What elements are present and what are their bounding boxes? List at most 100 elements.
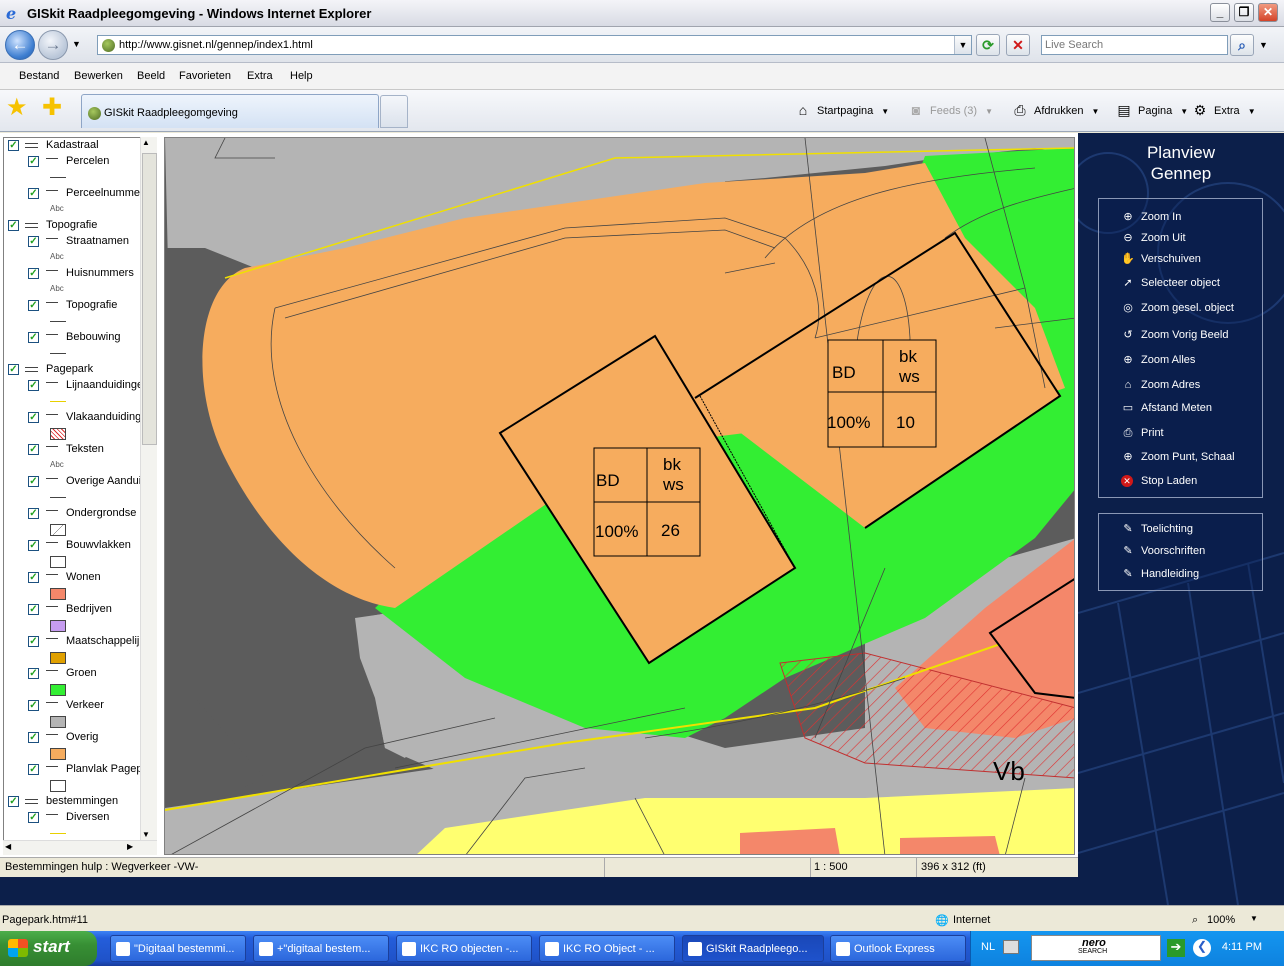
menu-bestand[interactable]: Bestand bbox=[19, 70, 59, 82]
address-dropdown-icon[interactable]: ▼ bbox=[954, 36, 971, 54]
group-checkbox[interactable]: ✓ bbox=[8, 220, 19, 231]
tool-zoom-previous[interactable]: ↺ Zoom Vorig Beeld bbox=[1123, 329, 1228, 341]
legend-layer-2-11[interactable]: ✓ Overig bbox=[4, 730, 144, 746]
map-canvas[interactable]: BD bk ws 100% 26 BD bk ws 100% 10 Vb bbox=[164, 137, 1075, 855]
layer-checkbox[interactable]: ✓ bbox=[28, 732, 39, 743]
keyboard-icon[interactable] bbox=[1003, 940, 1019, 954]
scroll-left-icon[interactable]: ◀ bbox=[5, 842, 11, 851]
legend-group-2[interactable]: ✓ Pagepark bbox=[4, 362, 144, 378]
tool-zoom-point-scale[interactable]: ⊕ Zoom Punt, Schaal bbox=[1123, 451, 1234, 463]
refresh-button[interactable]: ⟳ bbox=[976, 34, 1000, 56]
layer-checkbox[interactable]: ✓ bbox=[28, 812, 39, 823]
layer-checkbox[interactable]: ✓ bbox=[28, 156, 39, 167]
layer-checkbox[interactable]: ✓ bbox=[28, 668, 39, 679]
layer-checkbox[interactable]: ✓ bbox=[28, 572, 39, 583]
legend-layer-1-3[interactable]: ✓ Bebouwing bbox=[4, 330, 144, 346]
legend-group-0[interactable]: ✓ Kadastraal bbox=[4, 138, 144, 154]
link-handleiding[interactable]: ✎ Handleiding bbox=[1123, 568, 1199, 580]
layer-checkbox[interactable]: ✓ bbox=[28, 412, 39, 423]
scroll-right-icon[interactable]: ▶ bbox=[127, 842, 133, 851]
favorites-star-icon[interactable]: ★ bbox=[6, 96, 28, 120]
link-toelichting[interactable]: ✎ Toelichting bbox=[1123, 523, 1193, 535]
layer-checkbox[interactable]: ✓ bbox=[28, 444, 39, 455]
legend-layer-1-1[interactable]: ✓ Huisnummers bbox=[4, 266, 144, 282]
taskbar-item-6[interactable]: Outlook Express bbox=[830, 935, 966, 962]
legend-layer-3-0[interactable]: ✓ Diversen bbox=[4, 810, 144, 826]
add-favorite-icon[interactable]: ✚ bbox=[42, 96, 62, 120]
tool-zoom-address[interactable]: ⌂ Zoom Adres bbox=[1125, 379, 1201, 391]
tool-pan[interactable]: ✋ Verschuiven bbox=[1121, 253, 1201, 265]
legend-vertical-scrollbar[interactable]: ▲ ▼ bbox=[140, 137, 157, 840]
planning-cell-2[interactable]: BD bk ws 100% 10 bbox=[827, 339, 937, 448]
legend-layer-2-10[interactable]: ✓ Verkeer bbox=[4, 698, 144, 714]
menu-beeld[interactable]: Beeld bbox=[137, 70, 165, 82]
taskbar-item-5[interactable]: GISkit Raadpleego... bbox=[682, 935, 824, 962]
go-arrow-icon[interactable]: ➔ bbox=[1167, 939, 1185, 957]
layer-checkbox[interactable]: ✓ bbox=[28, 380, 39, 391]
tool-stop-loading[interactable]: ✕ Stop Laden bbox=[1121, 475, 1197, 487]
legend-group-1[interactable]: ✓ Topografie bbox=[4, 218, 144, 234]
back-button[interactable]: ← bbox=[5, 30, 35, 60]
legend-layer-0-0[interactable]: ✓ Percelen bbox=[4, 154, 144, 170]
legend-layer-2-12[interactable]: ✓ Planvlak Pagep bbox=[4, 762, 144, 778]
legend-layer-2-9[interactable]: ✓ Groen bbox=[4, 666, 144, 682]
layer-checkbox[interactable]: ✓ bbox=[28, 508, 39, 519]
legend-layer-2-0[interactable]: ✓ Lijnaanduidinge bbox=[4, 378, 144, 394]
legend-layer-2-8[interactable]: ✓ Maatschappelijk bbox=[4, 634, 145, 650]
start-button[interactable]: start bbox=[0, 931, 97, 966]
tool-select-object[interactable]: ➚ Selecteer object bbox=[1123, 277, 1220, 289]
tool-zoom-selected[interactable]: ◎ Zoom gesel. object bbox=[1123, 302, 1234, 314]
menu-extra[interactable]: Extra bbox=[247, 70, 273, 82]
feeds-button[interactable]: ◙ Feeds (3) ▼ bbox=[906, 102, 993, 120]
legend-layer-2-4[interactable]: ✓ Ondergrondse I bbox=[4, 506, 144, 522]
legend-layer-1-2[interactable]: ✓ Topografie bbox=[4, 298, 144, 314]
layer-checkbox[interactable]: ✓ bbox=[28, 764, 39, 775]
new-tab-button[interactable] bbox=[380, 95, 408, 128]
legend-layer-0-1[interactable]: ✓ Perceelnummer bbox=[4, 186, 144, 202]
home-button[interactable]: ⌂ Startpagina ▼ bbox=[793, 102, 889, 120]
minimize-button[interactable]: _ bbox=[1210, 3, 1230, 22]
link-voorschriften[interactable]: ✎ Voorschriften bbox=[1123, 545, 1205, 557]
scroll-thumb[interactable] bbox=[142, 153, 157, 445]
legend-group-3[interactable]: ✓ bestemmingen bbox=[4, 794, 144, 810]
maximize-button[interactable]: ❐ bbox=[1234, 3, 1254, 22]
taskbar-item-1[interactable]: "Digitaal bestemmi... bbox=[110, 935, 246, 962]
group-checkbox[interactable]: ✓ bbox=[8, 140, 19, 151]
taskbar-item-2[interactable]: +"digitaal bestem... bbox=[253, 935, 389, 962]
scroll-up-icon[interactable]: ▲ bbox=[142, 138, 150, 147]
menu-help[interactable]: Help bbox=[290, 70, 313, 82]
planning-cell-1[interactable]: BD bk ws 100% 26 bbox=[593, 447, 701, 557]
tool-zoom-out[interactable]: ⊖ Zoom Uit bbox=[1123, 232, 1185, 244]
layer-checkbox[interactable]: ✓ bbox=[28, 268, 39, 279]
history-dropdown-icon[interactable]: ▼ bbox=[72, 39, 81, 49]
layer-checkbox[interactable]: ✓ bbox=[28, 700, 39, 711]
taskbar-item-4[interactable]: IKC RO Object - ... bbox=[539, 935, 675, 962]
tool-zoom-in[interactable]: ⊕ Zoom In bbox=[1123, 211, 1181, 223]
tray-expand-icon[interactable]: ❮ bbox=[1193, 939, 1211, 957]
address-field[interactable]: http://www.gisnet.nl/gennep/index1.html … bbox=[97, 35, 972, 55]
search-options-icon[interactable]: ▼ bbox=[1259, 40, 1268, 50]
search-icon[interactable]: ⌕ bbox=[1230, 34, 1254, 56]
group-checkbox[interactable]: ✓ bbox=[8, 364, 19, 375]
tool-print[interactable]: ⎙ Print bbox=[1124, 427, 1164, 439]
layer-checkbox[interactable]: ✓ bbox=[28, 300, 39, 311]
zoom-icon[interactable]: ⌕ bbox=[1192, 914, 1198, 927]
print-button[interactable]: ⎙ Afdrukken ▼ bbox=[1010, 102, 1099, 120]
tool-zoom-all[interactable]: ⊕ Zoom Alles bbox=[1123, 354, 1195, 366]
url-text[interactable]: http://www.gisnet.nl/gennep/index1.html bbox=[119, 39, 313, 51]
layer-checkbox[interactable]: ✓ bbox=[28, 540, 39, 551]
close-button[interactable]: ✕ bbox=[1258, 3, 1278, 22]
legend-horizontal-scrollbar[interactable]: ◀ ▶ bbox=[3, 840, 157, 855]
nero-search-box[interactable]: nero SEARCH bbox=[1031, 935, 1161, 961]
search-input[interactable]: Live Search bbox=[1041, 35, 1228, 55]
layer-checkbox[interactable]: ✓ bbox=[28, 636, 39, 647]
legend-layer-2-3[interactable]: ✓ Overige Aandui bbox=[4, 474, 144, 490]
group-checkbox[interactable]: ✓ bbox=[8, 796, 19, 807]
taskbar-item-3[interactable]: IKC RO objecten -... bbox=[396, 935, 532, 962]
legend-layer-2-7[interactable]: ✓ Bedrijven bbox=[4, 602, 144, 618]
scroll-down-icon[interactable]: ▼ bbox=[142, 830, 150, 839]
tab-giskit[interactable]: GISkit Raadpleegomgeving bbox=[81, 94, 379, 128]
legend-layer-2-1[interactable]: ✓ Vlakaanduiding bbox=[4, 410, 144, 426]
layer-checkbox[interactable]: ✓ bbox=[28, 604, 39, 615]
tools-menu-button[interactable]: ⚙ Extra ▼ bbox=[1190, 102, 1256, 120]
